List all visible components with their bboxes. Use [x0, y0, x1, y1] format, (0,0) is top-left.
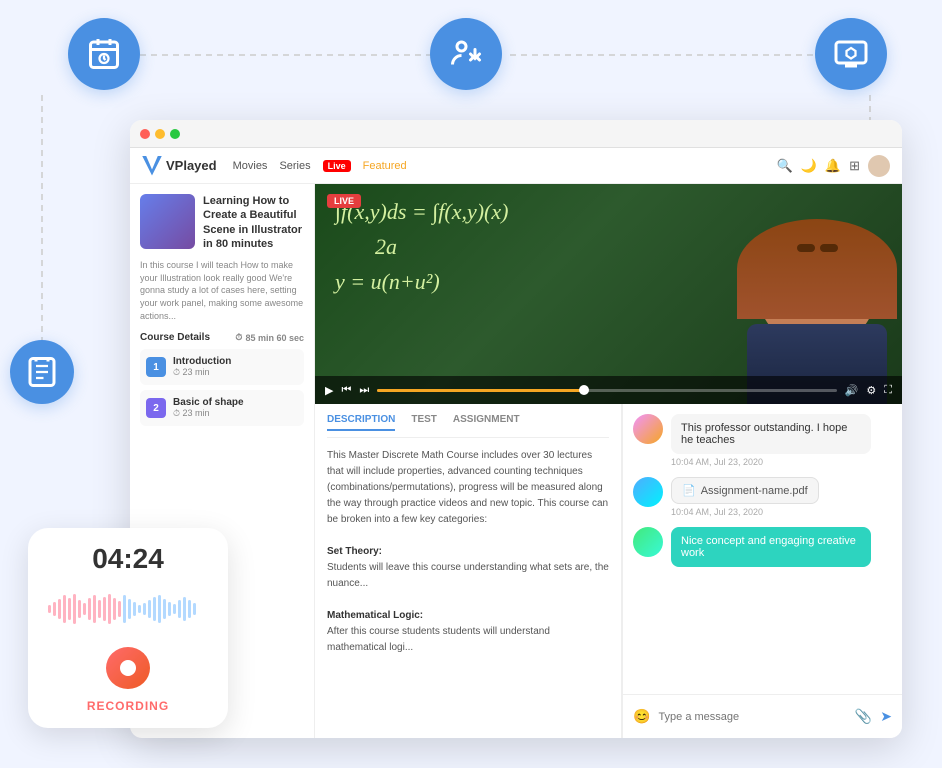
recording-button[interactable] [106, 647, 150, 689]
chat-avatar-2 [633, 477, 663, 507]
chat-msg-content-2: 📄 Assignment-name.pdf 10:04 AM, Jul 23, … [671, 477, 819, 517]
expand-dot[interactable] [170, 129, 180, 139]
course-title: Learning How to Create a Beautiful Scene… [203, 194, 304, 251]
notepad-icon [10, 340, 74, 404]
next-button[interactable]: ⏭ [359, 384, 369, 397]
desc-tabs: DESCRIPTION TEST ASSIGNMENT [327, 414, 609, 438]
course-thumbnail [140, 194, 195, 249]
progress-fill [377, 389, 584, 392]
grid-icon[interactable]: ⊞ [849, 158, 860, 174]
browser-chrome [130, 120, 902, 148]
chat-panel: This professor outstanding. I hope he te… [622, 404, 902, 738]
notification-icon[interactable]: 🔔 [825, 158, 841, 174]
waveform-bars [48, 585, 208, 633]
prev-button[interactable]: ⏮ [341, 384, 351, 397]
logo-text: VPlayed [166, 158, 217, 173]
lesson-info-1: Introduction ⏱ 23 min [173, 356, 231, 378]
bottom-split: DESCRIPTION TEST ASSIGNMENT This Master … [315, 404, 902, 738]
clock-icon: ⏱ [235, 332, 242, 343]
lesson-item-2[interactable]: 2 Basic of shape ⏱ 23 min [140, 390, 304, 426]
chat-msg-content-3: Nice concept and engaging creative work [671, 527, 871, 567]
video-container: ∫f(x,y)ds = ∫f(x,y)(x) 2a y = u(n+u²) LI… [315, 184, 902, 404]
chat-message-1: This professor outstanding. I hope he te… [633, 414, 892, 467]
settings-icon[interactable]: ⚙ [866, 384, 876, 397]
recording-label: RECORDING [87, 699, 169, 713]
chat-bubble-teal: Nice concept and engaging creative work [671, 527, 871, 567]
video-background: ∫f(x,y)ds = ∫f(x,y)(x) 2a y = u(n+u²) LI… [315, 184, 902, 404]
live-badge: LIVE [327, 194, 361, 208]
nav-icons: 🔍 🌙 🔔 ⊞ [777, 155, 890, 177]
attachment-button[interactable]: 📎 [855, 708, 872, 725]
course-description: In this course I will teach How to make … [140, 259, 304, 322]
nav-movies[interactable]: Movies [233, 160, 268, 172]
lesson-item-1[interactable]: 1 Introduction ⏱ 23 min [140, 349, 304, 385]
calendar-icon [68, 18, 140, 90]
math-content: ∫f(x,y)ds = ∫f(x,y)(x) 2a y = u(n+u²) [335, 194, 508, 300]
tab-description[interactable]: DESCRIPTION [327, 414, 395, 431]
close-dot[interactable] [140, 129, 150, 139]
nav-featured[interactable]: Featured [363, 160, 407, 172]
recording-waveform [48, 585, 208, 633]
tab-test[interactable]: TEST [411, 414, 437, 431]
chat-input[interactable] [658, 711, 846, 723]
logo-icon [142, 156, 162, 176]
right-area: ∫f(x,y)ds = ∫f(x,y)(x) 2a y = u(n+u²) LI… [315, 184, 902, 738]
chat-message-3: Nice concept and engaging creative work [633, 527, 892, 567]
main-content: Learning How to Create a Beautiful Scene… [130, 184, 902, 738]
course-details-header: Course Details ⏱ 85 min 60 sec [140, 332, 304, 343]
volume-icon[interactable]: 🔊 [845, 384, 859, 397]
nav-series[interactable]: Series [279, 160, 310, 172]
chat-file-bubble: 📄 Assignment-name.pdf [671, 477, 819, 504]
chat-msg-content-1: This professor outstanding. I hope he te… [671, 414, 871, 467]
nav-live-badge[interactable]: Live [323, 160, 351, 172]
description-text: This Master Discrete Math Course include… [327, 448, 609, 656]
video-controls: ▶ ⏮ ⏭ 🔊 ⚙ ⛶ [315, 376, 902, 404]
lesson-duration-1: ⏱ 23 min [173, 367, 231, 378]
progress-bar[interactable] [377, 389, 836, 392]
screen-education-icon [815, 18, 887, 90]
file-icon: 📄 [682, 484, 696, 497]
chat-message-2: 📄 Assignment-name.pdf 10:04 AM, Jul 23, … [633, 477, 892, 517]
progress-indicator [579, 385, 589, 395]
nav-links: Movies Series Live Featured [233, 160, 407, 172]
chat-avatar-3 [633, 527, 663, 557]
chat-input-area: 😊 📎 ➤ [623, 694, 902, 738]
chat-bubble-1: This professor outstanding. I hope he te… [671, 414, 871, 454]
search-icon[interactable]: 🔍 [777, 158, 793, 174]
nav-bar: VPlayed Movies Series Live Featured 🔍 🌙 … [130, 148, 902, 184]
user-swap-icon [430, 18, 502, 90]
chat-time-1: 10:04 AM, Jul 23, 2020 [671, 457, 871, 467]
lesson-info-2: Basic of shape ⏱ 23 min [173, 397, 244, 419]
description-panel: DESCRIPTION TEST ASSIGNMENT This Master … [315, 404, 622, 738]
chat-avatar-1 [633, 414, 663, 444]
recording-widget: 04:24 RECORDING [28, 528, 228, 728]
teacher-glasses-left [797, 244, 815, 252]
minimize-dot[interactable] [155, 129, 165, 139]
emoji-button[interactable]: 😊 [633, 708, 650, 725]
send-button[interactable]: ➤ [880, 708, 892, 725]
course-header: Learning How to Create a Beautiful Scene… [140, 194, 304, 251]
tab-assignment[interactable]: ASSIGNMENT [453, 414, 520, 431]
teacher-glasses-right [820, 244, 838, 252]
browser-window: VPlayed Movies Series Live Featured 🔍 🌙 … [130, 120, 902, 738]
chat-messages: This professor outstanding. I hope he te… [623, 404, 902, 694]
teacher-hair [737, 219, 897, 319]
play-button[interactable]: ▶ [325, 384, 333, 397]
recording-time: 04:24 [92, 543, 164, 575]
lesson-duration-2: ⏱ 23 min [173, 408, 244, 419]
dark-mode-icon[interactable]: 🌙 [801, 158, 817, 174]
lesson-number-1: 1 [146, 357, 166, 377]
logo: VPlayed [142, 156, 217, 176]
lesson-number-2: 2 [146, 398, 166, 418]
fullscreen-icon[interactable]: ⛶ [884, 384, 892, 397]
chat-time-2: 10:04 AM, Jul 23, 2020 [671, 507, 819, 517]
course-time: ⏱ 85 min 60 sec [235, 332, 304, 343]
user-avatar[interactable] [868, 155, 890, 177]
record-indicator [120, 660, 136, 676]
